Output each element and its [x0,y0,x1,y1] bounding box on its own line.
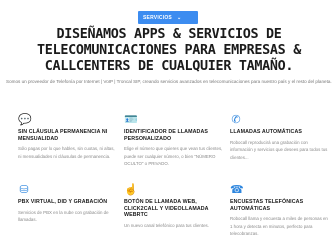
feature-title: LLAMADAS AUTOMÁTICAS [230,129,303,135]
services-menu-button[interactable]: SERVICIOS ⌄ [138,11,198,24]
services-menu-label: SERVICIOS [143,14,172,21]
feature-title: PBX VIRTUAL, DID Y GRABACIÓN [18,199,108,205]
feature-caller-id: 🪪 IDENTIFICADOR DE LLAMADAS PERSONALIZAD… [124,114,224,168]
feature-click2call: ☝ BOTÓN DE LLAMADA WEB, CLICK2CALL Y VID… [124,184,224,229]
feature-desc: Robocall llama y encuesta a miles de per… [230,216,328,236]
chat-bubble-icon: 💬 [18,114,32,126]
chevron-down-icon: ⌄ [176,14,182,21]
feature-title: BOTÓN DE LLAMADA WEB, CLICK2CALL Y VIDEO… [124,199,209,218]
feature-pbx: ⛁ PBX VIRTUAL, DID Y GRABACIÓN Servicios… [18,184,118,224]
phone-icon: ✆ [231,114,241,126]
feature-no-contract: 💬 SIN CLÁUSULA PERMANENCIA NI MENSUALIDA… [18,114,118,160]
feature-title: ENCUESTAS TELEFÓNICAS AUTOMÁTICAS [230,199,304,212]
feature-title: SIN CLÁUSULA PERMANENCIA NI MENSUALIDAD [18,129,108,142]
top-bar: SERVICIOS ⌄ [0,0,336,30]
feature-desc: Sólo pagas por lo que hables, sin cuotas… [18,146,115,159]
feature-desc: Elige el número que quieres que vean tus… [124,146,223,166]
feature-desc: Servicios de PBX en la nube con grabació… [18,209,109,223]
hero-title: DISEÑAMOS APPS & SERVICIOS DE TELECOMUNI… [37,27,301,74]
feature-desc: Robocall reproducirá una grabación con i… [230,139,328,160]
feature-automatic-calls: ✆ LLAMADAS AUTOMÁTICAS Robocall reproduc… [230,114,330,161]
feature-surveys: ☎ ENCUESTAS TELEFÓNICAS AUTOMÁTICAS Robo… [230,184,330,238]
feature-title: IDENTIFICADOR DE LLAMADAS PERSONALIZADO [124,129,209,142]
click-icon: ☝ [124,184,138,196]
hero-subtitle: Somos un proveedor de Telefonía por Inte… [6,79,332,84]
survey-icon: ☎ [230,184,244,196]
pbx-icon: ⛁ [19,184,29,196]
id-card-icon: 🪪 [124,114,138,126]
feature-desc: Un nuevo canal telefónico para tus clien… [124,222,209,228]
